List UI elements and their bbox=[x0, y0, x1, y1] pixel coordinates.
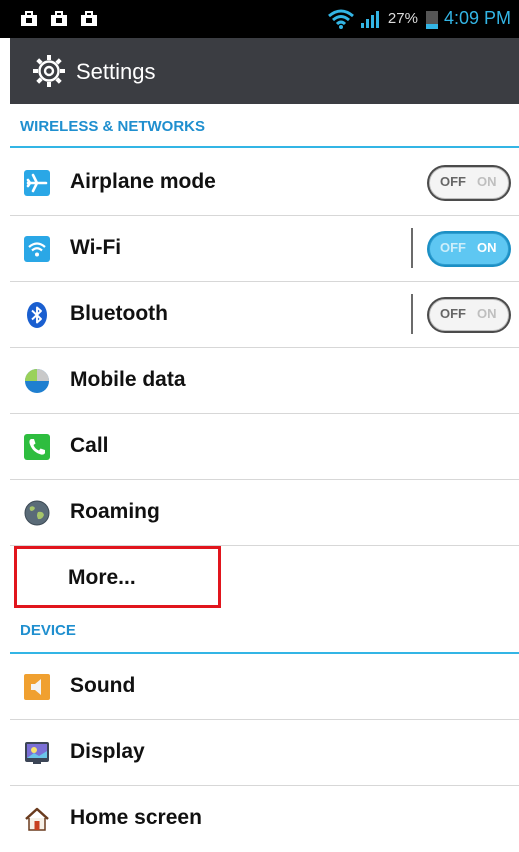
settings-item-label: Airplane mode bbox=[70, 170, 216, 193]
settings-item-mobile-data[interactable]: Mobile data bbox=[10, 348, 519, 414]
display-icon bbox=[25, 742, 49, 764]
settings-item-roaming[interactable]: Roaming bbox=[10, 480, 519, 546]
battery-percent: 27% bbox=[387, 10, 418, 27]
toggle-divider bbox=[411, 294, 413, 334]
wifi-signal-icon bbox=[327, 9, 354, 29]
wifi-toggle[interactable]: OFF ON bbox=[427, 231, 511, 267]
section-header-wireless: WIRELESS & NETWORKS bbox=[10, 104, 519, 148]
settings-item-home-screen[interactable]: Home screen bbox=[10, 786, 519, 852]
page-title: Settings bbox=[76, 59, 156, 84]
section-title: DEVICE bbox=[20, 622, 76, 639]
settings-item-airplane-mode[interactable]: Airplane mode OFF ON bbox=[10, 150, 519, 216]
status-time: 4:09 PM bbox=[443, 8, 511, 28]
highlight-box bbox=[14, 546, 221, 608]
settings-item-label: Bluetooth bbox=[70, 302, 168, 325]
settings-item-label: Wi-Fi bbox=[70, 236, 122, 259]
speaker-icon bbox=[24, 674, 50, 700]
notification-icons bbox=[20, 9, 98, 27]
bag-icon bbox=[21, 11, 37, 26]
battery-icon bbox=[425, 10, 438, 29]
airplane-icon bbox=[24, 170, 50, 196]
toggle-on-label: ON bbox=[477, 174, 497, 189]
status-indicators: 27% 4:09 PM bbox=[327, 8, 511, 29]
toggle-on-label: ON bbox=[477, 306, 497, 321]
settings-item-label: Home screen bbox=[70, 806, 202, 829]
bluetooth-toggle[interactable]: OFF ON bbox=[427, 297, 511, 333]
action-bar: Settings bbox=[10, 38, 519, 104]
bag-icon bbox=[81, 11, 97, 26]
settings-item-label: Sound bbox=[70, 674, 136, 697]
toggle-off-label: OFF bbox=[440, 174, 466, 189]
globe-icon bbox=[24, 500, 50, 526]
settings-item-label: Mobile data bbox=[70, 368, 186, 391]
settings-item-display[interactable]: Display bbox=[10, 720, 519, 786]
home-icon bbox=[25, 807, 49, 831]
toggle-divider bbox=[411, 228, 413, 268]
toggle-off-label: OFF bbox=[440, 240, 466, 255]
section-header-device: DEVICE bbox=[10, 610, 519, 654]
phone-icon bbox=[24, 434, 50, 460]
settings-item-sound[interactable]: Sound bbox=[10, 654, 519, 720]
bag-icon bbox=[51, 11, 67, 26]
gear-icon bbox=[33, 55, 65, 87]
settings-item-label: Roaming bbox=[70, 500, 160, 523]
settings-item-wifi[interactable]: Wi-Fi OFF ON bbox=[10, 216, 519, 282]
settings-item-call[interactable]: Call bbox=[10, 414, 519, 480]
settings-item-label: Display bbox=[70, 740, 145, 763]
bluetooth-icon bbox=[27, 302, 47, 328]
wifi-icon bbox=[24, 236, 50, 262]
mobile-data-icon bbox=[25, 369, 49, 393]
cell-signal-icon bbox=[360, 10, 379, 28]
section-title: WIRELESS & NETWORKS bbox=[20, 118, 206, 135]
settings-item-label: Call bbox=[70, 434, 109, 457]
toggle-on-label: ON bbox=[477, 240, 497, 255]
toggle-off-label: OFF bbox=[440, 306, 466, 321]
status-bar: 27% 4:09 PM bbox=[0, 0, 519, 38]
airplane-mode-toggle[interactable]: OFF ON bbox=[427, 165, 511, 201]
settings-item-bluetooth[interactable]: Bluetooth OFF ON bbox=[10, 282, 519, 348]
